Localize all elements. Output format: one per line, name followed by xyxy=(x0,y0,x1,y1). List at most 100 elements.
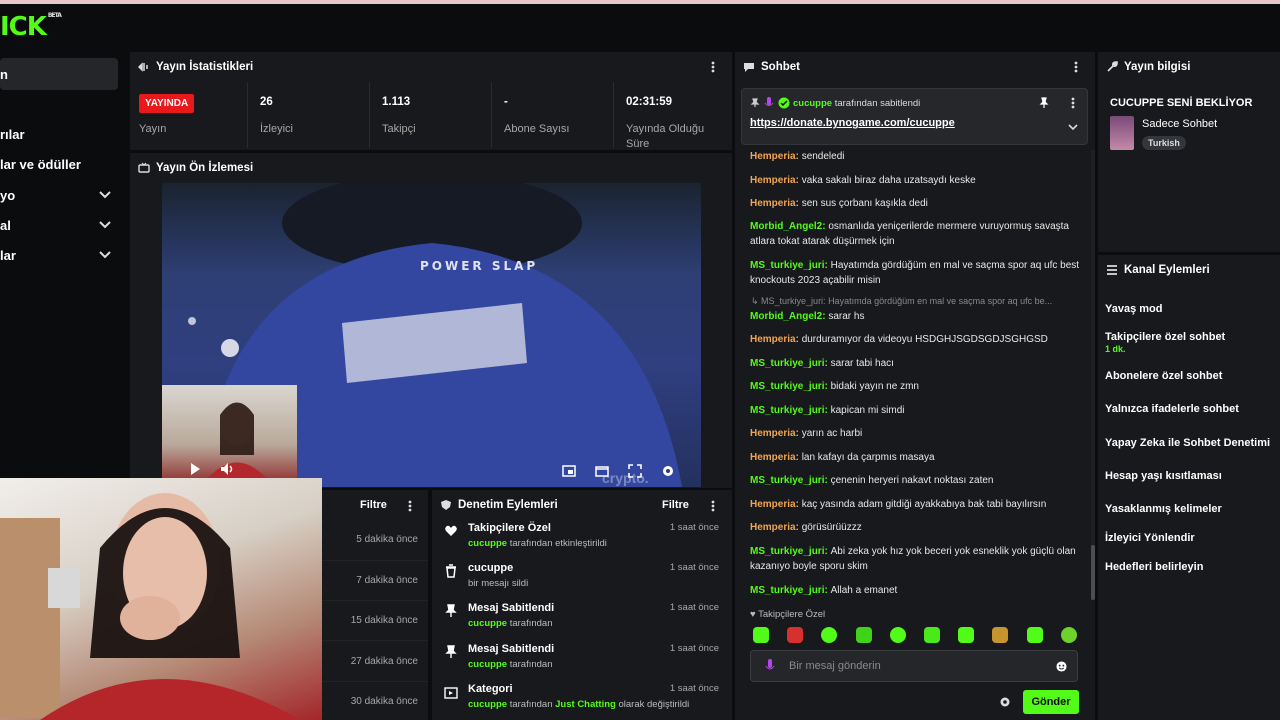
filter-button[interactable]: Filtre xyxy=(360,499,387,511)
language-tag[interactable]: Turkish xyxy=(1142,136,1186,150)
list-item: Mesaj Sabitlendi cucuppe tarafından 1 sa… xyxy=(440,602,723,642)
emote-button[interactable] xyxy=(1061,627,1077,643)
sidebar-item-2[interactable]: lar ve ödüller xyxy=(0,157,81,172)
action-banned-words[interactable]: Yasaklanmış kelimeler xyxy=(1105,503,1222,515)
chat-username[interactable]: Morbid_Angel2 xyxy=(750,221,822,232)
emote-button[interactable] xyxy=(753,627,769,643)
chat-message-input[interactable]: Bir mesaj gönderin xyxy=(750,650,1078,682)
item-time: 1 saat önce xyxy=(669,602,719,613)
chat-text: sarar tabi hacı xyxy=(830,358,894,369)
emote-button[interactable] xyxy=(924,627,940,643)
chat-mode-label: Takipçilere Özel xyxy=(758,609,826,620)
chat-username[interactable]: Hemperia xyxy=(750,151,796,162)
chat-username[interactable]: MS_turkiye_juri xyxy=(750,358,824,369)
sidebar-item-0[interactable]: n xyxy=(0,67,8,82)
reply-hint: ↳ MS_turkiye_juri: Hayatımda gördüğüm en… xyxy=(751,296,1053,306)
chat-username[interactable]: Hemperia xyxy=(750,175,796,186)
volume-icon[interactable] xyxy=(220,462,234,476)
log-time: 7 dakika önce xyxy=(356,575,418,586)
chat-username[interactable]: Hemperia xyxy=(750,499,796,510)
settings-gear-icon[interactable] xyxy=(661,464,675,478)
stream-category[interactable]: Sadece Sohbet xyxy=(1142,118,1217,130)
chat-scrollbar[interactable] xyxy=(1091,150,1095,600)
chat-message: Hemperia: durduramıyor da videoyu HSDGHJ… xyxy=(750,332,1080,347)
chat-username[interactable]: Hemperia xyxy=(750,428,796,439)
chat-username[interactable]: MS_turkiye_juri xyxy=(750,585,824,596)
pip-icon[interactable] xyxy=(562,464,576,478)
pin-icon[interactable] xyxy=(1039,97,1049,109)
category-thumbnail[interactable] xyxy=(1110,116,1134,150)
action-raid[interactable]: İzleyici Yönlendir xyxy=(1105,532,1195,544)
chat-username[interactable]: MS_turkiye_juri xyxy=(750,260,824,271)
theater-mode-icon[interactable] xyxy=(595,464,609,478)
action-followers-only[interactable]: Takipçilere özel sohbet xyxy=(1105,331,1225,343)
emote-button[interactable] xyxy=(821,627,837,643)
pinned-message[interactable]: cucuppe tarafından sabitlendi https://do… xyxy=(741,88,1088,145)
chat-message: Hemperia: yarın ac harbi xyxy=(750,426,1080,441)
action-slow-mode[interactable]: Yavaş mod xyxy=(1105,303,1162,315)
sidebar-item-5[interactable]: lar xyxy=(0,248,16,263)
divider xyxy=(322,681,428,682)
chevron-down-icon[interactable] xyxy=(99,249,111,261)
chat-username[interactable]: MS_turkiye_juri xyxy=(750,546,824,557)
item-sub: bir mesajı sildi xyxy=(468,578,528,589)
more-options-icon[interactable] xyxy=(1071,97,1075,109)
more-options-icon[interactable] xyxy=(1074,61,1078,73)
divider xyxy=(369,82,370,148)
chat-username[interactable]: MS_turkiye_juri xyxy=(750,475,824,486)
chat-settings-gear-icon[interactable] xyxy=(999,696,1011,708)
trash-icon xyxy=(446,564,456,578)
chat-username[interactable]: Morbid_Angel2 xyxy=(750,311,822,322)
item-title: cucuppe xyxy=(468,562,514,574)
sidebar-item-1[interactable]: rılar xyxy=(0,127,25,142)
emote-button[interactable] xyxy=(856,627,872,643)
stat-uptime: 02:31:59 Yayında Olduğu Süre xyxy=(626,82,726,162)
scrollbar-thumb[interactable] xyxy=(1091,545,1095,600)
emote-button[interactable] xyxy=(958,627,974,643)
divider xyxy=(247,82,248,148)
kick-logo[interactable]: ICK BETA xyxy=(0,12,62,42)
chevron-down-icon[interactable] xyxy=(99,219,111,231)
stat-label: Yayında Olduğu Süre xyxy=(626,123,705,150)
filter-button[interactable]: Filtre xyxy=(662,499,689,511)
chat-message: MS_turkiye_juri: çenenin heryeri nakavt … xyxy=(750,473,1080,488)
chevron-down-icon[interactable] xyxy=(1068,122,1078,132)
chevron-down-icon[interactable] xyxy=(99,189,111,201)
chat-username[interactable]: MS_turkiye_juri xyxy=(750,381,824,392)
action-emote-only[interactable]: Yalnızca ifadelerle sohbet xyxy=(1105,403,1239,415)
item-title: Takipçilere Özel xyxy=(468,522,551,534)
more-options-icon[interactable] xyxy=(408,500,412,512)
more-options-icon[interactable] xyxy=(711,500,715,512)
stream-info-title: Yayın bilgisi xyxy=(1124,61,1191,73)
chat-username[interactable]: Hemperia xyxy=(750,522,796,533)
pinned-link[interactable]: https://donate.bynogame.com/cucuppe xyxy=(750,117,955,129)
emote-button[interactable] xyxy=(992,627,1008,643)
sidebar-item-4[interactable]: al xyxy=(0,218,11,233)
divider xyxy=(491,82,492,148)
chat-text: vaka sakalı biraz daha uzatsaydı keske xyxy=(801,175,976,186)
emoji-icon[interactable] xyxy=(1056,661,1067,672)
chat-username[interactable]: Hemperia xyxy=(750,334,796,345)
play-icon[interactable] xyxy=(188,462,202,476)
fullscreen-icon[interactable] xyxy=(628,464,642,478)
more-options-icon[interactable] xyxy=(711,61,715,73)
action-goals[interactable]: Hedefleri belirleyin xyxy=(1105,561,1203,573)
log-time: 30 dakika önce xyxy=(350,696,418,707)
emote-button[interactable] xyxy=(1027,627,1043,643)
action-account-age[interactable]: Hesap yaşı kısıtlaması xyxy=(1105,470,1222,482)
item-desc: tarafından xyxy=(509,659,553,670)
emote-button[interactable] xyxy=(890,627,906,643)
item-user: cucuppe xyxy=(468,538,508,549)
list-item: Kategori cucuppe tarafından Just Chattin… xyxy=(440,683,723,720)
action-ai-moderation[interactable]: Yapay Zeka ile Sohbet Denetimi xyxy=(1105,437,1270,449)
sidebar-item-3[interactable]: yo xyxy=(0,188,15,203)
item-desc: tarafından xyxy=(509,618,553,629)
chat-username[interactable]: Hemperia xyxy=(750,452,796,463)
chat-message: MS_turkiye_juri: Hayatımda gördüğüm en m… xyxy=(750,258,1080,288)
chat-username[interactable]: Hemperia xyxy=(750,198,796,209)
action-subscribers-only[interactable]: Abonelere özel sohbet xyxy=(1105,370,1222,382)
emote-button[interactable] xyxy=(787,627,803,643)
chat-username[interactable]: MS_turkiye_juri xyxy=(750,405,824,416)
send-button[interactable]: Gönder xyxy=(1023,690,1079,714)
pinned-user[interactable]: cucuppe xyxy=(793,98,832,109)
